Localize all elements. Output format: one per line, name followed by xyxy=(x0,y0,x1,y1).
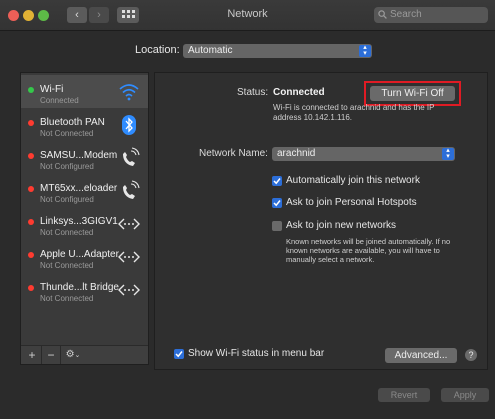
service-item-samsung-modem[interactable]: SAMSU...Modem Not Configured xyxy=(21,141,148,174)
network-name-select[interactable]: arachnid ▴ ▾ xyxy=(272,147,455,161)
network-name-value: arachnid xyxy=(277,148,316,159)
location-label: Location: xyxy=(135,44,180,56)
revert-button[interactable]: Revert xyxy=(378,388,430,402)
network-name-label: Network Name: xyxy=(199,148,268,159)
service-item-thunderbolt-bridge[interactable]: Thunde...lt Bridge Not Connected xyxy=(21,273,148,306)
service-item-bluetooth-pan[interactable]: Bluetooth PAN Not Connected xyxy=(21,108,148,141)
gear-icon: ⚙ xyxy=(65,349,75,360)
service-item-apple-usb-adapter[interactable]: Apple U...Adapter Not Connected xyxy=(21,240,148,273)
new-networks-label[interactable]: Ask to join new networks xyxy=(286,220,396,231)
bluetooth-icon xyxy=(122,115,136,135)
chevron-updown-icon: ▴ ▾ xyxy=(442,147,454,160)
apply-button[interactable]: Apply xyxy=(441,388,489,402)
search-icon xyxy=(378,10,387,19)
service-item-mt65xx-preloader[interactable]: MT65xx...eloader Not Configured xyxy=(21,174,148,207)
remove-service-button[interactable]: − xyxy=(41,346,60,364)
service-name: MT65xx...eloader xyxy=(40,183,118,194)
service-actions-menu[interactable]: ⚙⌄ xyxy=(60,346,85,364)
show-status-label[interactable]: Show Wi-Fi status in menu bar xyxy=(188,348,324,359)
auto-join-label[interactable]: Automatically join this network xyxy=(286,175,420,186)
status-dot xyxy=(28,153,34,159)
service-status: Not Connected xyxy=(40,294,94,303)
search-placeholder: Search xyxy=(390,9,422,20)
service-status: Not Configured xyxy=(40,162,94,171)
service-name: Bluetooth PAN xyxy=(40,117,105,128)
service-status: Not Connected xyxy=(40,228,94,237)
service-list: Wi-Fi Connected Bluetooth PAN Not Connec… xyxy=(20,72,149,365)
service-status: Not Connected xyxy=(40,261,94,270)
auto-join-checkbox[interactable] xyxy=(272,176,282,186)
phone-icon xyxy=(123,180,140,199)
service-name: Wi-Fi xyxy=(40,84,64,95)
checkmark-icon xyxy=(273,200,281,207)
show-status-checkbox[interactable] xyxy=(174,349,184,359)
service-list-toolbar: + − ⚙⌄ xyxy=(21,345,148,364)
search-input[interactable]: Search xyxy=(374,7,488,23)
service-item-linksys[interactable]: Linksys...3GIGV1 Not Connected xyxy=(21,207,148,240)
help-button[interactable]: ? xyxy=(465,349,477,361)
chevron-down-icon: ⌄ xyxy=(74,352,81,359)
status-dot xyxy=(28,120,34,126)
ethernet-icon xyxy=(118,251,140,263)
checkmark-icon xyxy=(175,351,183,358)
location-value: Automatic xyxy=(188,45,233,56)
personal-hotspots-label[interactable]: Ask to join Personal Hotspots xyxy=(286,197,417,208)
service-name: Apple U...Adapter xyxy=(40,249,119,260)
connection-info: Wi-Fi is connected to arachnid and has t… xyxy=(273,103,435,122)
status-dot xyxy=(28,186,34,192)
personal-hotspots-checkbox[interactable] xyxy=(272,198,282,208)
checkmark-icon xyxy=(273,178,281,185)
service-name: Thunde...lt Bridge xyxy=(40,282,119,293)
new-networks-checkbox[interactable] xyxy=(272,221,282,231)
service-status: Connected xyxy=(40,96,79,105)
service-name: Linksys...3GIGV1 xyxy=(40,216,118,227)
chevron-updown-icon: ▴ ▾ xyxy=(359,44,371,57)
advanced-button[interactable]: Advanced... xyxy=(385,348,457,363)
status-dot xyxy=(28,285,34,291)
status-value: Connected xyxy=(273,87,325,98)
phone-icon xyxy=(123,147,140,166)
service-name: SAMSU...Modem xyxy=(40,150,118,161)
ethernet-icon xyxy=(118,218,140,230)
status-label: Status: xyxy=(237,87,269,98)
title-bar: ‹ › Network Search xyxy=(0,0,495,31)
service-status: Not Connected xyxy=(40,129,94,138)
ethernet-icon xyxy=(118,284,140,296)
new-networks-note: Known networks will be joined automatica… xyxy=(286,237,451,264)
status-dot xyxy=(28,252,34,258)
wifi-icon xyxy=(119,84,139,101)
service-item-wifi[interactable]: Wi-Fi Connected xyxy=(21,75,148,108)
add-service-button[interactable]: + xyxy=(23,346,41,364)
network-preferences-window: ‹ › Network Search Location: Automatic ▴… xyxy=(0,0,495,419)
status-dot xyxy=(28,87,34,93)
status-dot xyxy=(28,219,34,225)
location-select[interactable]: Automatic ▴ ▾ xyxy=(183,44,372,58)
service-status: Not Configured xyxy=(40,195,94,204)
